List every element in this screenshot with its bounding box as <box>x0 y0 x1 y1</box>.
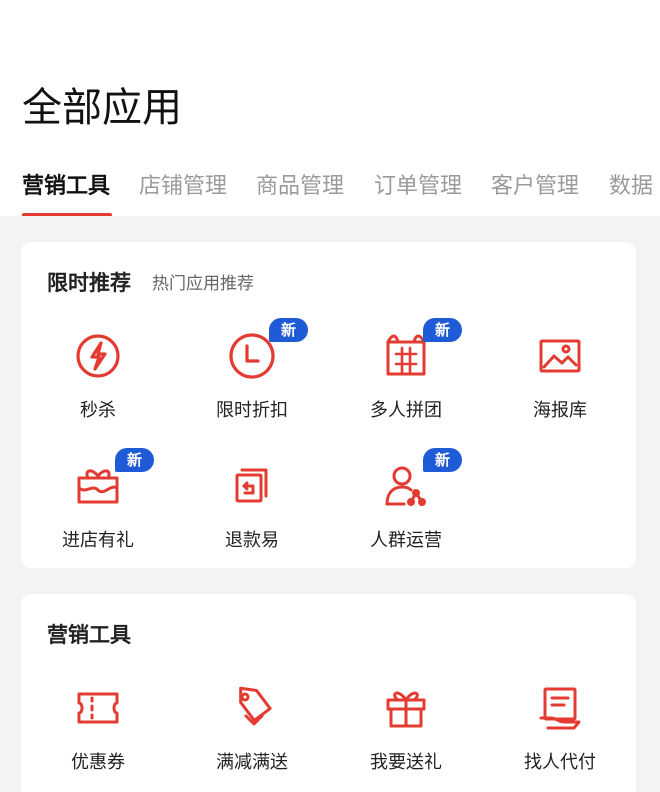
refund-icon <box>228 462 276 510</box>
price-tag-icon <box>228 684 276 732</box>
app-coupon[interactable]: 优惠券 <box>21 684 175 792</box>
category-tabs: 营销工具 店铺管理 商品管理 订单管理 客户管理 数据 <box>0 162 660 216</box>
app-flash-sale[interactable]: 秒杀 <box>21 332 175 442</box>
app-label: 进店有礼 <box>62 530 134 551</box>
app-label: 海报库 <box>533 400 587 421</box>
app-label: 人群运营 <box>370 530 442 551</box>
lightning-circle-icon <box>74 332 122 380</box>
app-easy-refund[interactable]: 退款易 <box>175 462 329 572</box>
app-label: 秒杀 <box>80 400 116 421</box>
app-label: 满减满送 <box>216 752 288 773</box>
image-icon <box>536 332 584 380</box>
pay-for-me-icon <box>536 684 584 732</box>
tab-store-management[interactable]: 店铺管理 <box>139 172 227 202</box>
app-limited-discount[interactable]: 新 限时折扣 <box>175 318 329 442</box>
app-label: 找人代付 <box>524 752 596 773</box>
app-group-buy[interactable]: 新 多人拼团 <box>329 318 483 442</box>
app-full-reduction[interactable]: 满减满送 <box>175 684 329 792</box>
content-area: 限时推荐 热门应用推荐 秒杀 新 限时折扣 新 多人拼团 海报库 新 进店有礼 … <box>0 216 660 792</box>
recommend-card-title: 限时推荐 <box>47 271 131 295</box>
page-title: 全部应用 <box>22 85 182 131</box>
app-pay-for-me[interactable]: 找人代付 <box>483 684 637 792</box>
app-label: 退款易 <box>225 530 279 551</box>
coupon-icon <box>74 684 122 732</box>
new-badge: 新 <box>269 318 309 342</box>
new-badge: 新 <box>115 448 155 472</box>
app-poster-library[interactable]: 海报库 <box>483 332 637 442</box>
tab-marketing-tools[interactable]: 营销工具 <box>22 172 110 202</box>
tab-customer-management[interactable]: 客户管理 <box>491 172 579 202</box>
new-badge: 新 <box>423 318 463 342</box>
tab-order-management[interactable]: 订单管理 <box>374 172 462 202</box>
recommend-card-subtitle: 热门应用推荐 <box>152 274 254 294</box>
app-welcome-gift[interactable]: 新 进店有礼 <box>21 448 175 572</box>
app-label: 我要送礼 <box>370 752 442 773</box>
app-crowd-operation[interactable]: 新 人群运营 <box>329 448 483 572</box>
marketing-card-title: 营销工具 <box>47 623 131 647</box>
tab-product-management[interactable]: 商品管理 <box>256 172 344 202</box>
app-send-gift[interactable]: 我要送礼 <box>329 684 483 792</box>
app-label: 限时折扣 <box>216 400 288 421</box>
new-badge: 新 <box>423 448 463 472</box>
gift-icon <box>382 684 430 732</box>
marketing-tools-card: 营销工具 优惠券 满减满送 我要送礼 找人代付 <box>21 594 636 792</box>
app-label: 多人拼团 <box>370 400 442 421</box>
recommend-card: 限时推荐 热门应用推荐 秒杀 新 限时折扣 新 多人拼团 海报库 新 进店有礼 … <box>21 242 636 568</box>
app-label: 优惠券 <box>71 752 125 773</box>
tab-data[interactable]: 数据 <box>609 172 653 202</box>
